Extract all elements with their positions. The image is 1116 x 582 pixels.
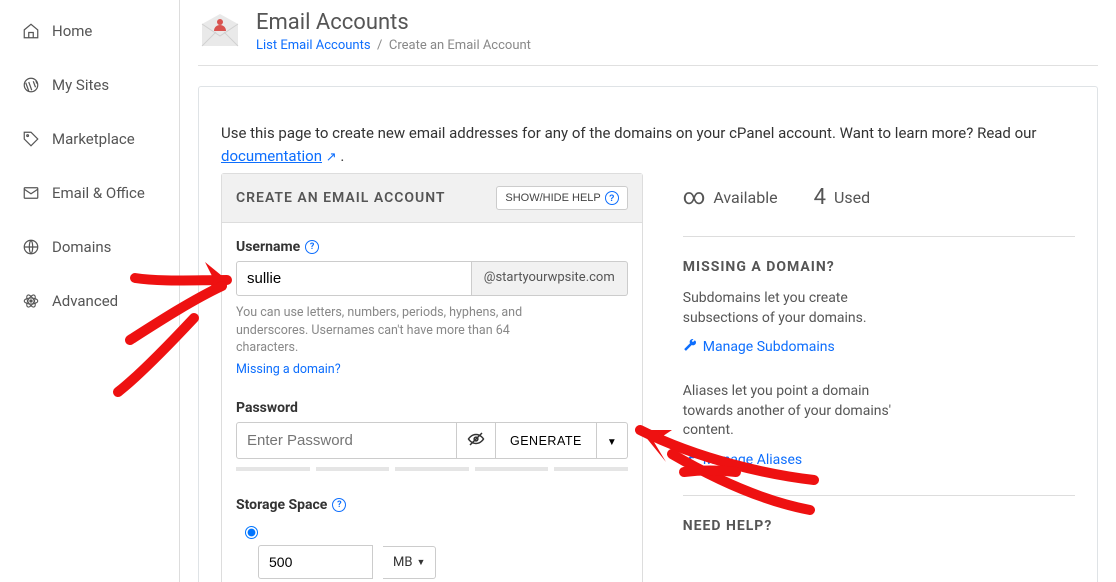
breadcrumb-sep: /: [374, 38, 389, 53]
available-stat: ∞ Available: [683, 185, 778, 210]
infinity-icon: ∞: [683, 185, 706, 210]
create-email-card: CREATE AN EMAIL ACCOUNT SHOW/HIDE HELP ?…: [221, 173, 643, 582]
toggle-password-visibility-button[interactable]: [457, 422, 496, 459]
storage-limited-radio[interactable]: [245, 526, 258, 539]
username-input[interactable]: [236, 261, 472, 296]
question-icon[interactable]: ?: [305, 240, 319, 254]
sidebar-item-label: Home: [52, 22, 92, 40]
password-strength-meter: [236, 467, 628, 471]
email-accounts-icon: [198, 10, 242, 50]
sidebar-item-domains[interactable]: Domains: [0, 226, 179, 268]
breadcrumb: List Email Accounts / Create an Email Ac…: [256, 38, 531, 53]
sidebar-item-label: My Sites: [52, 76, 109, 94]
help-btn-label: SHOW/HIDE HELP: [505, 192, 600, 204]
manage-subdomains-label: Manage Subdomains: [703, 339, 835, 355]
stats-row: ∞ Available 4 Used: [683, 175, 1075, 236]
manage-aliases-label: Manage Aliases: [703, 452, 802, 468]
sidebar-item-advanced[interactable]: Advanced: [0, 280, 179, 322]
used-label: Used: [834, 188, 870, 207]
question-icon[interactable]: ?: [332, 498, 346, 512]
card-heading: CREATE AN EMAIL ACCOUNT: [236, 190, 446, 206]
page-title: Email Accounts: [256, 10, 531, 35]
intro-post: .: [337, 147, 345, 165]
manage-subdomains-link[interactable]: Manage Subdomains: [683, 338, 1075, 356]
used-stat: 4 Used: [814, 185, 871, 210]
intro-pre: Use this page to create new email addres…: [221, 124, 1037, 142]
question-icon: ?: [605, 191, 619, 205]
show-hide-help-button[interactable]: SHOW/HIDE HELP ?: [496, 186, 627, 210]
main: Email Accounts List Email Accounts / Cre…: [180, 0, 1116, 582]
atom-icon: [22, 292, 40, 310]
available-label: Available: [713, 188, 777, 207]
domain-addon[interactable]: @startyourwpsite.com: [472, 261, 628, 296]
missing-domain-link[interactable]: Missing a domain?: [236, 361, 526, 379]
username-hint: You can use letters, numbers, periods, h…: [236, 304, 526, 378]
manage-aliases-link[interactable]: Manage Aliases: [683, 451, 1075, 469]
caret-down-icon: ▼: [416, 557, 425, 568]
external-link-icon: ↗: [326, 150, 337, 165]
eye-slash-icon: [467, 430, 485, 451]
password-input[interactable]: [236, 422, 457, 459]
page-header: Email Accounts List Email Accounts / Cre…: [198, 0, 1098, 66]
password-label: Password: [236, 400, 628, 416]
username-label: Username ?: [236, 239, 628, 255]
used-count: 4: [814, 185, 826, 210]
storage-label: Storage Space ?: [236, 497, 628, 513]
sidebar-item-my-sites[interactable]: My Sites: [0, 64, 179, 106]
sidebar-item-label: Marketplace: [52, 130, 135, 148]
breadcrumb-link[interactable]: List Email Accounts: [256, 38, 371, 53]
storage-unit-label: MB: [393, 555, 412, 570]
wordpress-icon: [22, 76, 40, 94]
storage-label-text: Storage Space: [236, 497, 327, 513]
wrench-icon: [683, 338, 697, 356]
breadcrumb-current: Create an Email Account: [389, 38, 531, 53]
generate-options-button[interactable]: ▼: [597, 422, 628, 459]
tag-icon: [22, 130, 40, 148]
caret-down-icon: ▼: [607, 437, 617, 448]
alias-text: Aliases let you point a domain towards a…: [683, 382, 903, 441]
sidebar-item-marketplace[interactable]: Marketplace: [0, 118, 179, 160]
need-help-heading: NEED HELP?: [683, 495, 1075, 534]
storage-unit-select[interactable]: MB ▼: [383, 546, 436, 579]
content-panel: Use this page to create new email addres…: [198, 86, 1098, 582]
generate-password-button[interactable]: GENERATE: [496, 422, 597, 459]
home-icon: [22, 22, 40, 40]
sidebar-item-label: Advanced: [52, 292, 118, 310]
password-label-text: Password: [236, 400, 298, 416]
subdomain-text: Subdomains let you create subsections of…: [683, 289, 903, 328]
sidebar-item-email[interactable]: Email & Office: [0, 172, 179, 214]
documentation-link[interactable]: documentation: [221, 147, 322, 165]
globe-icon: [22, 238, 40, 256]
wrench-icon: [683, 451, 697, 469]
intro-text: Use this page to create new email addres…: [221, 122, 1075, 167]
sidebar-item-label: Email & Office: [52, 184, 145, 202]
sidebar: Home My Sites Marketplace Email & Office…: [0, 0, 180, 582]
envelope-icon: [22, 184, 40, 202]
storage-amount-input[interactable]: [258, 545, 373, 579]
username-label-text: Username: [236, 239, 300, 255]
sidebar-item-home[interactable]: Home: [0, 10, 179, 52]
username-hint-text: You can use letters, numbers, periods, h…: [236, 305, 522, 355]
sidebar-item-label: Domains: [52, 238, 111, 256]
missing-domain-heading: MISSING A DOMAIN?: [683, 236, 1075, 275]
